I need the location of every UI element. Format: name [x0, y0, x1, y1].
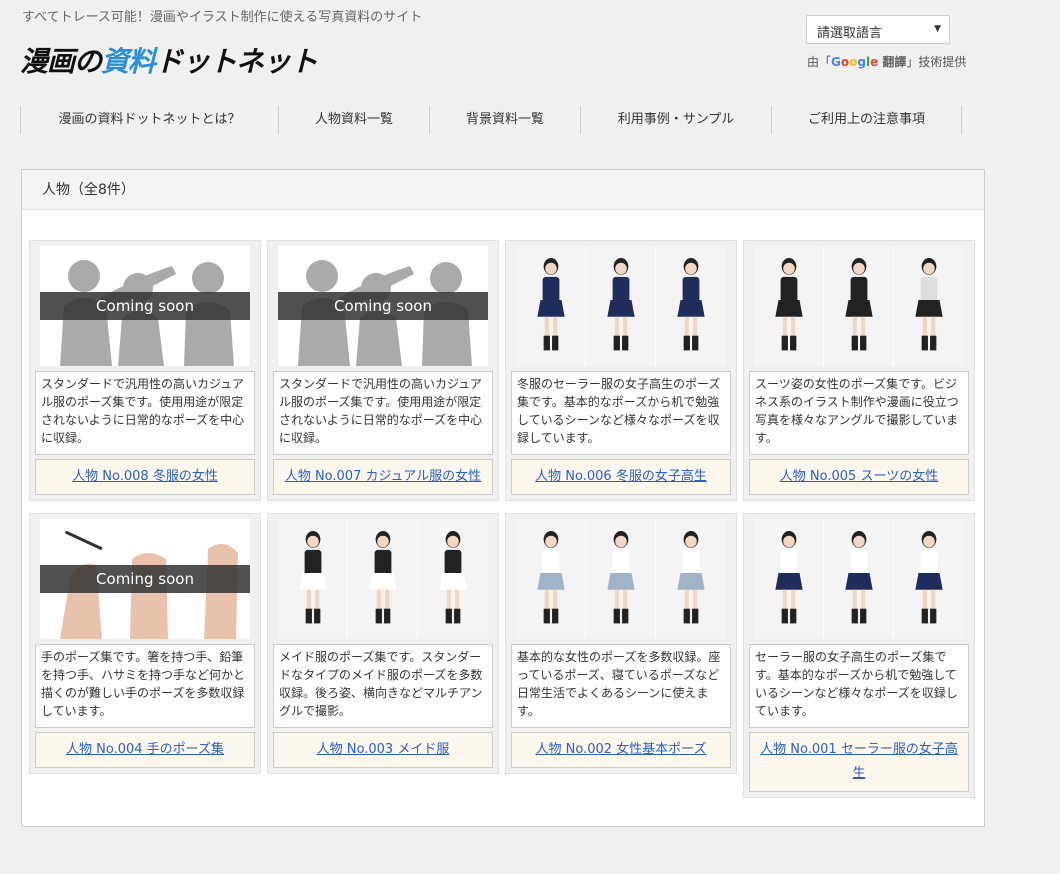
- google-translate-credit: 由「Google 翻譯」技術提供: [807, 53, 966, 70]
- card-title-box: 人物 No.007 カジュアル服の女性: [273, 459, 493, 495]
- card-title-box: 人物 No.008 冬服の女性: [35, 459, 255, 495]
- thumbnail-graphic: [278, 519, 488, 639]
- nav-item-people[interactable]: 人物資料一覧: [278, 106, 429, 134]
- google-letter: o: [840, 55, 850, 69]
- thumbnail-graphic: [754, 246, 964, 366]
- card-thumbnail[interactable]: Coming soon: [40, 246, 250, 366]
- person-card: メイド服のポーズ集です。スタンダードなタイプのメイド服のポーズを多数収録。後ろ姿…: [267, 513, 499, 774]
- card-title-link[interactable]: 人物 No.002 女性基本ポーズ: [535, 742, 706, 757]
- card-thumbnail[interactable]: Coming soon: [278, 246, 488, 366]
- card-title-link[interactable]: 人物 No.006 冬服の女子高生: [535, 469, 707, 484]
- coming-soon-label: Coming soon: [40, 565, 250, 593]
- nav-item-notes[interactable]: ご利用上の注意事項: [771, 106, 962, 134]
- card-title-box: 人物 No.005 スーツの女性: [749, 459, 969, 495]
- card-description: メイド服のポーズ集です。スタンダードなタイプのメイド服のポーズを多数収録。後ろ姿…: [273, 644, 493, 728]
- card-description: 冬服のセーラー服の女子高生のポーズ集です。基本的なポーズから机で勉強しているシー…: [511, 371, 731, 455]
- card-title-link[interactable]: 人物 No.003 メイド服: [317, 742, 450, 757]
- card-title-box: 人物 No.006 冬服の女子高生: [511, 459, 731, 495]
- card-description: スタンダードで汎用性の高いカジュアル服のポーズ集です。使用用途が限定されないよう…: [35, 371, 255, 455]
- card-title-box: 人物 No.003 メイド服: [273, 732, 493, 768]
- card-title-box: 人物 No.002 女性基本ポーズ: [511, 732, 731, 768]
- gt-prefix: 由「: [807, 55, 832, 69]
- card-thumbnail[interactable]: [754, 519, 964, 639]
- person-card: セーラー服の女子高生のポーズ集です。基本的なポーズから机で勉強しているシーンなど…: [743, 513, 975, 798]
- card-title-link[interactable]: 人物 No.004 手のポーズ集: [66, 742, 224, 757]
- language-select[interactable]: 請選取語言 ▼: [806, 15, 950, 44]
- site-logo[interactable]: 漫画の資料ドットネット: [20, 40, 318, 80]
- card-thumbnail[interactable]: Coming soon: [40, 519, 250, 639]
- main-nav: 漫画の資料ドットネットとは？ 人物資料一覧 背景資料一覧 利用事例・サンプル ご…: [20, 106, 962, 134]
- coming-soon-label: Coming soon: [40, 292, 250, 320]
- thumbnail-graphic: [516, 519, 726, 639]
- nav-item-backgrounds[interactable]: 背景資料一覧: [429, 106, 580, 134]
- card-title-link[interactable]: 人物 No.008 冬服の女性: [72, 469, 218, 484]
- person-card: Coming soon スタンダードで汎用性の高いカジュアル服のポーズ集です。使…: [29, 240, 261, 501]
- thumbnail-graphic: [516, 246, 726, 366]
- person-card: 基本的な女性のポーズを多数収録。座っているポーズ、寝ているポーズなど日常生活でよ…: [505, 513, 737, 774]
- nav-item-examples[interactable]: 利用事例・サンプル: [580, 106, 771, 134]
- card-thumbnail[interactable]: [754, 246, 964, 366]
- person-card: スーツ姿の女性のポーズ集です。ビジネス系のイラスト制作や漫画に役立つ写真を様々な…: [743, 240, 975, 501]
- card-title-link[interactable]: 人物 No.007 カジュアル服の女性: [285, 469, 481, 484]
- card-description: 手のポーズ集です。箸を持つ手、鉛筆を持つ手、ハサミを持つ手など何かと描くのが難し…: [35, 644, 255, 728]
- logo-text-3: ドットネット: [155, 45, 318, 78]
- logo-text-1: 漫画の: [20, 45, 102, 78]
- card-description: スーツ姿の女性のポーズ集です。ビジネス系のイラスト制作や漫画に役立つ写真を様々な…: [749, 371, 969, 455]
- card-thumbnail[interactable]: [516, 519, 726, 639]
- coming-soon-label: Coming soon: [278, 292, 488, 320]
- language-select-value: 請選取語言: [817, 26, 883, 41]
- card-title-box: 人物 No.001 セーラー服の女子高生: [749, 732, 969, 792]
- google-letter: e: [870, 55, 879, 69]
- nav-item-about[interactable]: 漫画の資料ドットネットとは？: [20, 106, 278, 134]
- card-thumbnail[interactable]: [516, 246, 726, 366]
- google-letter: G: [831, 55, 841, 69]
- gt-translate: 翻譯: [878, 55, 907, 69]
- google-letter: g: [857, 55, 866, 69]
- card-thumbnail[interactable]: [278, 519, 488, 639]
- panel-heading: 人物（全8件）: [22, 170, 984, 210]
- card-description: セーラー服の女子高生のポーズ集です。基本的なポーズから机で勉強しているシーンなど…: [749, 644, 969, 728]
- gt-suffix: 」技術提供: [906, 55, 967, 69]
- thumbnail-graphic: [754, 519, 964, 639]
- card-title-box: 人物 No.004 手のポーズ集: [35, 732, 255, 768]
- person-card: 冬服のセーラー服の女子高生のポーズ集です。基本的なポーズから机で勉強しているシー…: [505, 240, 737, 501]
- card-description: 基本的な女性のポーズを多数収録。座っているポーズ、寝ているポーズなど日常生活でよ…: [511, 644, 731, 728]
- dropdown-arrow-icon: ▼: [934, 24, 941, 34]
- person-card: Coming soon スタンダードで汎用性の高いカジュアル服のポーズ集です。使…: [267, 240, 499, 501]
- person-card: Coming soon 手のポーズ集です。箸を持つ手、鉛筆を持つ手、ハサミを持つ…: [29, 513, 261, 774]
- site-tagline: すべてトレース可能！漫画やイラスト制作に使える写真資料のサイト: [22, 10, 423, 25]
- card-title-link[interactable]: 人物 No.001 セーラー服の女子高生: [760, 742, 958, 781]
- card-title-link[interactable]: 人物 No.005 スーツの女性: [780, 469, 938, 484]
- card-description: スタンダードで汎用性の高いカジュアル服のポーズ集です。使用用途が限定されないよう…: [273, 371, 493, 455]
- logo-text-2: 資料: [101, 45, 156, 78]
- google-logo[interactable]: Google: [831, 55, 878, 69]
